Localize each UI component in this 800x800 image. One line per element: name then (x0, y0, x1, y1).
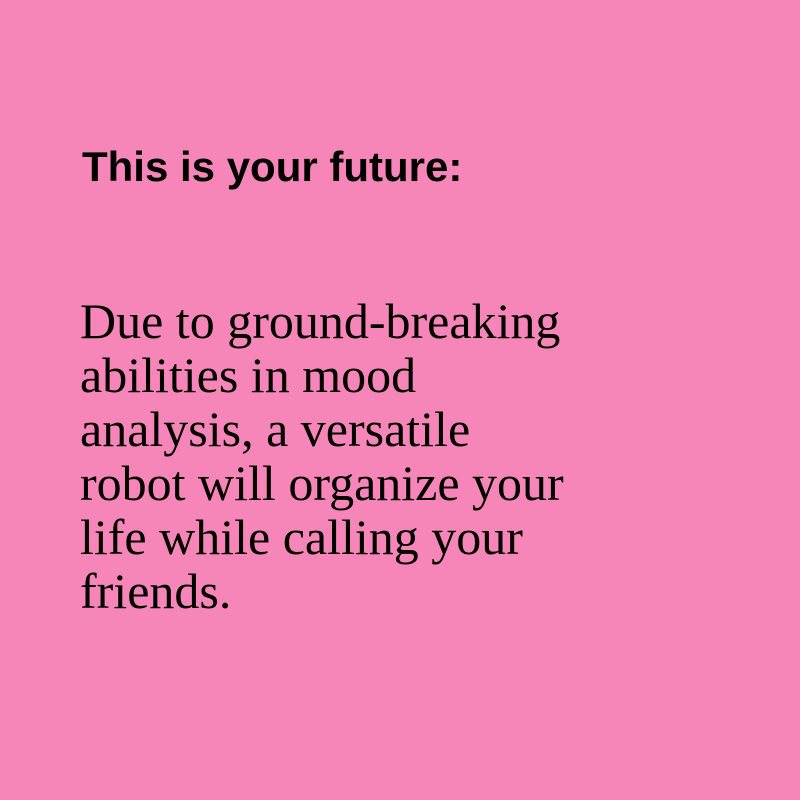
body-line-5: life while calling your (80, 509, 523, 565)
body-line-3: analysis, a versatile (80, 401, 471, 457)
heading: This is your future: (82, 143, 463, 190)
body-line-1: Due to ground-breaking (80, 293, 561, 349)
body-line-4: robot will organize your (80, 455, 564, 511)
body-line-2: abilities in mood (80, 347, 417, 403)
future-card: This is your future: Due to ground-break… (0, 0, 800, 800)
body-text: Due to ground-breaking abilities in mood a… (80, 294, 660, 618)
body-line-6: friends. (80, 563, 232, 619)
